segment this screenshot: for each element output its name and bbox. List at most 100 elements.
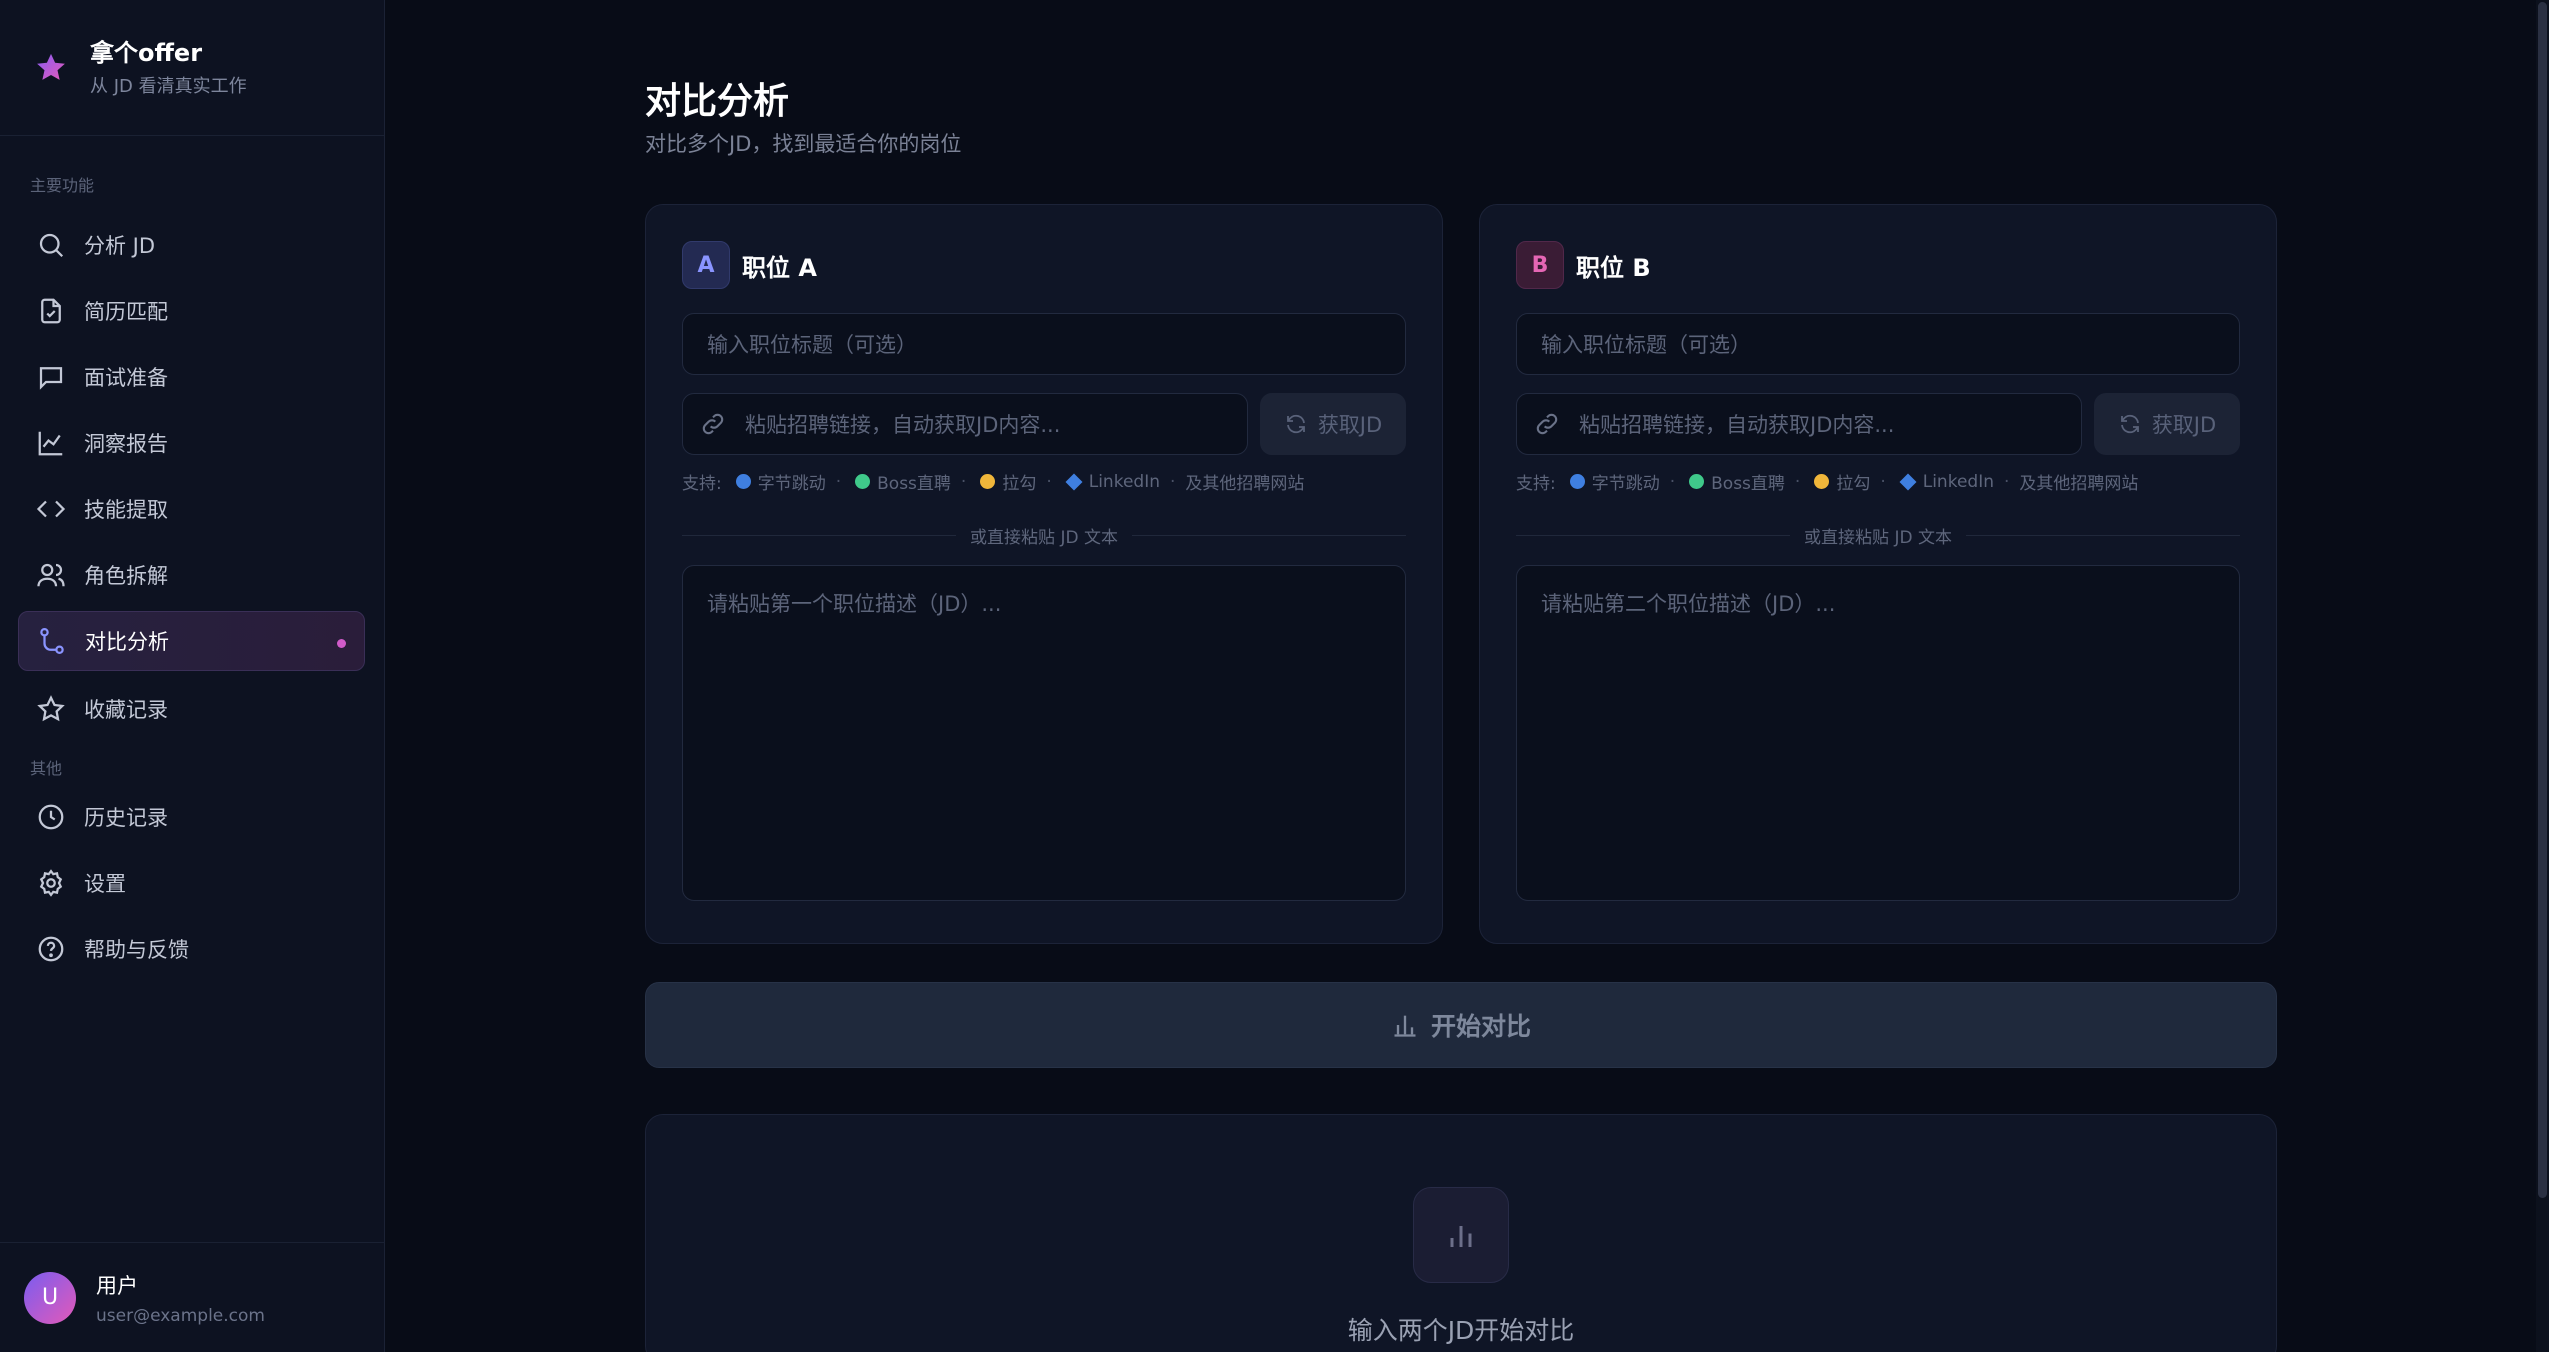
user-email: user@example.com — [96, 1305, 265, 1326]
card-title: 职位 A — [742, 253, 817, 282]
dot-separator: · — [1669, 471, 1676, 492]
url-placeholder: 粘贴招聘链接，自动获取JD内容... — [745, 413, 1061, 437]
gear-icon — [39, 869, 63, 897]
or-divider: 或直接粘贴 JD 文本 — [682, 523, 1407, 548]
sidebar-item-label: 分析 JD — [84, 234, 156, 258]
sidebar-item-label: 设置 — [84, 872, 126, 896]
jd-textarea[interactable]: 请粘贴第一个职位描述（JD）... — [682, 565, 1406, 901]
sidebar-item-label: 简历匹配 — [84, 300, 168, 324]
dot-separator: · — [960, 471, 967, 492]
help-circle-icon — [38, 936, 64, 962]
avatar: U — [24, 1271, 76, 1324]
job-url-input[interactable]: 粘贴招聘链接，自动获取JD内容... — [682, 393, 1248, 455]
site-linkedin: LinkedIn — [1922, 471, 1994, 492]
page-subtitle: 对比多个JD，找到最适合你的岗位 — [645, 132, 962, 156]
active-indicator-dot — [337, 639, 346, 648]
code-icon — [36, 500, 66, 518]
brand-title: 拿个offer — [90, 38, 203, 67]
user-name: 用户 — [96, 1273, 138, 1298]
link-icon — [702, 413, 724, 435]
sidebar-item-help[interactable]: 帮助与反馈 — [18, 919, 365, 979]
main-content: 对比分析 对比多个JD，找到最适合你的岗位 A 职位 A 输入职位标题（可选） … — [386, 0, 2536, 1352]
star-logo-icon — [37, 53, 65, 80]
supported-sites: 支持: 字节跳动 · Boss直聘 · 拉勾 · LinkedIn · 及其他招… — [1516, 469, 2139, 495]
boss-icon — [1689, 474, 1705, 489]
sidebar-item-resume-match[interactable]: 简历匹配 — [18, 281, 365, 341]
sidebar-item-label: 历史记录 — [84, 806, 168, 830]
start-compare-label: 开始对比 — [1430, 1012, 1531, 1041]
job-title-input[interactable]: 输入职位标题（可选） — [682, 313, 1406, 375]
dot-separator: · — [1794, 471, 1801, 492]
site-linkedin: LinkedIn — [1088, 471, 1160, 492]
badge-b: B — [1516, 241, 1564, 289]
user-profile[interactable]: U 用户 user@example.com — [0, 1242, 385, 1352]
dot-separator: · — [2003, 471, 2010, 492]
site-more: 及其他招聘网站 — [2019, 474, 2139, 494]
url-placeholder: 粘贴招聘链接，自动获取JD内容... — [1579, 413, 1895, 437]
dot-separator: · — [1880, 471, 1886, 492]
sidebar: 拿个offer 从 JD 看清真实工作 主要功能 分析 JD 简历匹配 面试准备… — [0, 0, 385, 1352]
sidebar-item-analyze-jd[interactable]: 分析 JD — [18, 215, 365, 275]
empty-state-icon-box — [1413, 1187, 1509, 1283]
link-icon — [1536, 413, 1558, 435]
sidebar-item-role-breakdown[interactable]: 角色拆解 — [18, 545, 365, 605]
document-check-icon — [41, 298, 61, 324]
boss-icon — [855, 474, 871, 489]
divider-text: 或直接粘贴 JD 文本 — [970, 528, 1118, 548]
sidebar-item-skill-extract[interactable]: 技能提取 — [18, 479, 365, 539]
scrollbar[interactable] — [2536, 0, 2549, 1352]
sidebar-item-favorites[interactable]: 收藏记录 — [18, 679, 365, 739]
job-card-a: A 职位 A 输入职位标题（可选） 粘贴招聘链接，自动获取JD内容... 获取J… — [645, 204, 1443, 944]
jd-textarea[interactable]: 请粘贴第二个职位描述（JD）... — [1516, 565, 2240, 901]
brand[interactable]: 拿个offer 从 JD 看清真实工作 — [0, 0, 384, 136]
sidebar-item-insight-report[interactable]: 洞察报告 — [18, 413, 365, 473]
sidebar-item-label: 技能提取 — [84, 498, 168, 522]
job-url-input[interactable]: 粘贴招聘链接，自动获取JD内容... — [1516, 393, 2082, 455]
sidebar-item-interview-prep[interactable]: 面试准备 — [18, 347, 365, 407]
fetch-label: 获取JD — [1317, 413, 1383, 437]
job-title-input[interactable]: 输入职位标题（可选） — [1516, 313, 2240, 375]
site-boss: Boss直聘 — [1711, 474, 1785, 494]
lagou-icon — [1814, 474, 1830, 489]
site-more: 及其他招聘网站 — [1185, 474, 1305, 494]
section-label-main: 主要功能 — [30, 176, 95, 195]
empty-state-text: 输入两个JD开始对比 — [1347, 1316, 1575, 1345]
site-bytedance: 字节跳动 — [757, 474, 826, 494]
sidebar-item-settings[interactable]: 设置 — [18, 853, 365, 913]
divider-text: 或直接粘贴 JD 文本 — [1804, 528, 1952, 548]
sidebar-item-history[interactable]: 历史记录 — [18, 787, 365, 847]
site-bytedance: 字节跳动 — [1591, 474, 1660, 494]
dot-separator: · — [1046, 471, 1052, 492]
start-compare-button[interactable]: 开始对比 — [645, 982, 2277, 1068]
sidebar-item-label: 面试准备 — [84, 366, 168, 390]
page-title: 对比分析 — [645, 81, 790, 122]
fetch-jd-button[interactable]: 获取JD — [2094, 393, 2240, 455]
fetch-jd-button[interactable]: 获取JD — [1260, 393, 1406, 455]
supported-sites: 支持: 字节跳动 · Boss直聘 · 拉勾 · LinkedIn · 及其他招… — [682, 469, 1305, 495]
bar-chart-icon — [1450, 1226, 1472, 1247]
refresh-icon — [2120, 414, 2139, 434]
scrollbar-thumb[interactable] — [2538, 2, 2547, 1198]
or-divider: 或直接粘贴 JD 文本 — [1516, 523, 2241, 548]
support-label: 支持: — [682, 474, 722, 494]
linkedin-icon — [1899, 473, 1917, 490]
support-label: 支持: — [1516, 474, 1556, 494]
fetch-label: 获取JD — [2151, 413, 2217, 437]
brand-subtitle: 从 JD 看清真实工作 — [90, 75, 247, 97]
sidebar-item-label: 洞察报告 — [84, 432, 168, 456]
sidebar-item-label: 角色拆解 — [84, 564, 168, 588]
card-title: 职位 B — [1576, 253, 1651, 282]
sidebar-item-label: 帮助与反馈 — [84, 938, 189, 962]
dot-separator: · — [1169, 471, 1176, 492]
clock-icon — [38, 804, 64, 830]
site-lagou: 拉勾 — [1002, 474, 1037, 494]
site-boss: Boss直聘 — [877, 474, 951, 494]
empty-state: 输入两个JD开始对比 — [645, 1114, 2277, 1352]
lagou-icon — [980, 474, 996, 489]
search-icon — [39, 233, 64, 258]
bar-chart-icon — [1394, 1015, 1416, 1037]
bytedance-icon — [1569, 474, 1585, 489]
users-icon — [37, 563, 65, 587]
section-label-other: 其他 — [30, 759, 63, 778]
sidebar-item-compare[interactable]: 对比分析 — [18, 611, 365, 671]
